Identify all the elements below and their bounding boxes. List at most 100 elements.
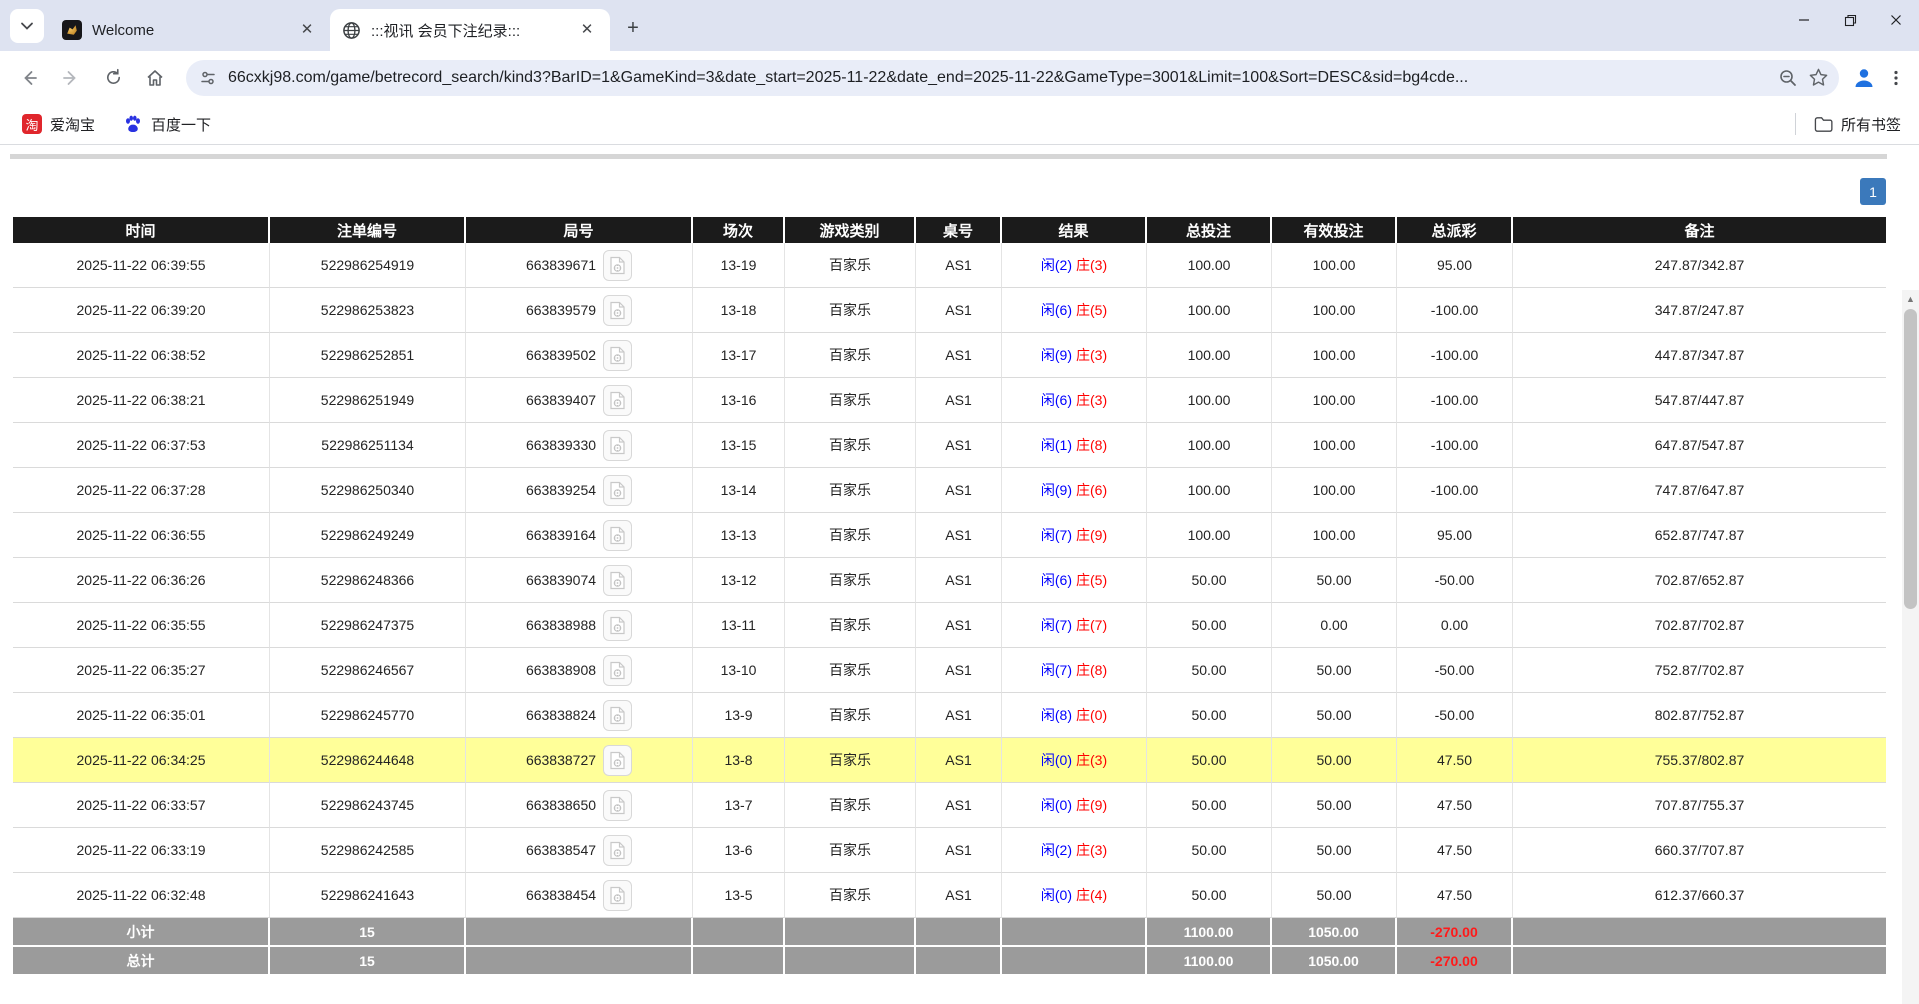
zoom-out-icon[interactable]	[1778, 68, 1798, 88]
browser-toolbar: 66cxkj98.com/game/betrecord_search/kind3…	[0, 51, 1919, 104]
video-icon[interactable]	[603, 340, 632, 371]
cell-total-bet-link[interactable]: 100.00	[1147, 468, 1272, 513]
video-icon[interactable]	[603, 835, 632, 866]
cell-total-bet-link[interactable]: 100.00	[1147, 243, 1272, 288]
cell-bet-id: 522986249249	[270, 513, 466, 558]
cell-total-bet-link[interactable]: 50.00	[1147, 648, 1272, 693]
cell-payout: -100.00	[1397, 378, 1513, 423]
table-header-row: 时间 注单编号 局号 场次 游戏类别 桌号 结果 总投注 有效投注 总派彩 备注	[13, 217, 1886, 243]
video-icon[interactable]	[603, 430, 632, 461]
cell-total-bet-link[interactable]: 50.00	[1147, 828, 1272, 873]
cell-result: 闲(6)庄(3)	[1002, 378, 1147, 423]
restore-button[interactable]	[1827, 0, 1873, 40]
cell-total-bet-link[interactable]: 50.00	[1147, 603, 1272, 648]
cell-total-bet-link[interactable]: 50.00	[1147, 693, 1272, 738]
profile-avatar-icon[interactable]	[1851, 65, 1877, 91]
cell-total-bet-link[interactable]: 100.00	[1147, 288, 1272, 333]
bookmark-star-icon[interactable]	[1808, 67, 1829, 88]
cell-game-type: 百家乐	[785, 783, 916, 828]
col-session: 场次	[693, 217, 785, 243]
video-icon[interactable]	[603, 475, 632, 506]
menu-dots-icon[interactable]	[1887, 69, 1905, 87]
cell-remark: 247.87/342.87	[1513, 243, 1886, 288]
player-result: 闲(6)	[1041, 572, 1072, 588]
banker-result: 庄(3)	[1076, 392, 1107, 408]
video-icon[interactable]	[603, 655, 632, 686]
cell-result: 闲(2)庄(3)	[1002, 243, 1147, 288]
round-number: 663838547	[526, 842, 596, 858]
video-icon[interactable]	[603, 610, 632, 641]
back-button[interactable]	[10, 59, 48, 97]
round-number: 663839254	[526, 482, 596, 498]
video-icon[interactable]	[603, 520, 632, 551]
cell-total-bet-link[interactable]: 100.00	[1147, 513, 1272, 558]
cell-game-type: 百家乐	[785, 558, 916, 603]
video-icon[interactable]	[603, 745, 632, 776]
cell-valid-bet: 100.00	[1272, 243, 1397, 288]
cell-total-bet-link[interactable]: 50.00	[1147, 558, 1272, 603]
cell-table-no: AS1	[916, 333, 1002, 378]
all-bookmarks-label: 所有书签	[1841, 114, 1901, 135]
bookmark-baidu[interactable]: 百度一下	[113, 109, 221, 140]
cell-total-bet-link[interactable]: 100.00	[1147, 378, 1272, 423]
video-icon[interactable]	[603, 700, 632, 731]
new-tab-button[interactable]: +	[618, 13, 648, 43]
url-text[interactable]: 66cxkj98.com/game/betrecord_search/kind3…	[228, 69, 1768, 87]
all-bookmarks-button[interactable]: 所有书签	[1814, 114, 1907, 135]
cell-bet-id: 522986251949	[270, 378, 466, 423]
reload-icon	[104, 68, 123, 87]
cell-total-bet-link[interactable]: 50.00	[1147, 873, 1272, 918]
cell-remark: 447.87/347.87	[1513, 333, 1886, 378]
vertical-scrollbar[interactable]: ▲	[1902, 290, 1919, 1004]
empty-cell	[1002, 918, 1147, 947]
table-row: 2025-11-22 06:38:21 522986251949 6638394…	[13, 378, 1886, 423]
video-icon[interactable]	[603, 790, 632, 821]
banker-result: 庄(8)	[1076, 437, 1107, 453]
bookmark-taobao[interactable]: 淘 爱淘宝	[12, 109, 105, 140]
cell-round: 663839407	[466, 378, 693, 423]
cell-round: 663838650	[466, 783, 693, 828]
cell-total-bet-link[interactable]: 50.00	[1147, 783, 1272, 828]
tab-search-button[interactable]	[10, 9, 44, 43]
forward-button[interactable]	[52, 59, 90, 97]
cell-result: 闲(2)庄(3)	[1002, 828, 1147, 873]
banker-result: 庄(6)	[1076, 482, 1107, 498]
video-icon[interactable]	[603, 385, 632, 416]
close-window-button[interactable]	[1873, 0, 1919, 40]
scrollbar-up-arrow[interactable]: ▲	[1902, 290, 1919, 307]
subtotal-count: 15	[270, 918, 466, 947]
cell-table-no: AS1	[916, 738, 1002, 783]
video-icon[interactable]	[603, 295, 632, 326]
video-icon[interactable]	[603, 250, 632, 281]
pagination-page-1[interactable]: 1	[1860, 178, 1886, 205]
cell-session: 13-6	[693, 828, 785, 873]
cell-session: 13-8	[693, 738, 785, 783]
table-row: 2025-11-22 06:36:26 522986248366 6638390…	[13, 558, 1886, 603]
reload-button[interactable]	[94, 59, 132, 97]
cell-total-bet-link[interactable]: 50.00	[1147, 738, 1272, 783]
player-result: 闲(0)	[1041, 887, 1072, 903]
cell-game-type: 百家乐	[785, 873, 916, 918]
table-row: 2025-11-22 06:35:01 522986245770 6638388…	[13, 693, 1886, 738]
address-bar[interactable]: 66cxkj98.com/game/betrecord_search/kind3…	[186, 60, 1839, 96]
cell-total-bet-link[interactable]: 100.00	[1147, 423, 1272, 468]
scrollbar-thumb[interactable]	[1904, 309, 1917, 609]
cell-table-no: AS1	[916, 603, 1002, 648]
banker-result: 庄(3)	[1076, 752, 1107, 768]
home-button[interactable]	[136, 59, 174, 97]
tab-bet-record[interactable]: :::视讯 会员下注纪录::: ✕	[330, 9, 610, 51]
banker-result: 庄(3)	[1076, 347, 1107, 363]
cell-total-bet-link[interactable]: 100.00	[1147, 333, 1272, 378]
tab-close-icon[interactable]: ✕	[298, 21, 316, 39]
col-remark: 备注	[1513, 217, 1886, 243]
cell-remark: 747.87/647.87	[1513, 468, 1886, 513]
video-icon[interactable]	[603, 880, 632, 911]
cell-table-no: AS1	[916, 423, 1002, 468]
tab-close-icon[interactable]: ✕	[578, 21, 596, 39]
banker-result: 庄(7)	[1076, 617, 1107, 633]
minimize-button[interactable]	[1781, 0, 1827, 40]
tab-welcome[interactable]: Welcome ✕	[50, 9, 330, 51]
cell-game-type: 百家乐	[785, 693, 916, 738]
cell-bet-id: 522986254919	[270, 243, 466, 288]
video-icon[interactable]	[603, 565, 632, 596]
